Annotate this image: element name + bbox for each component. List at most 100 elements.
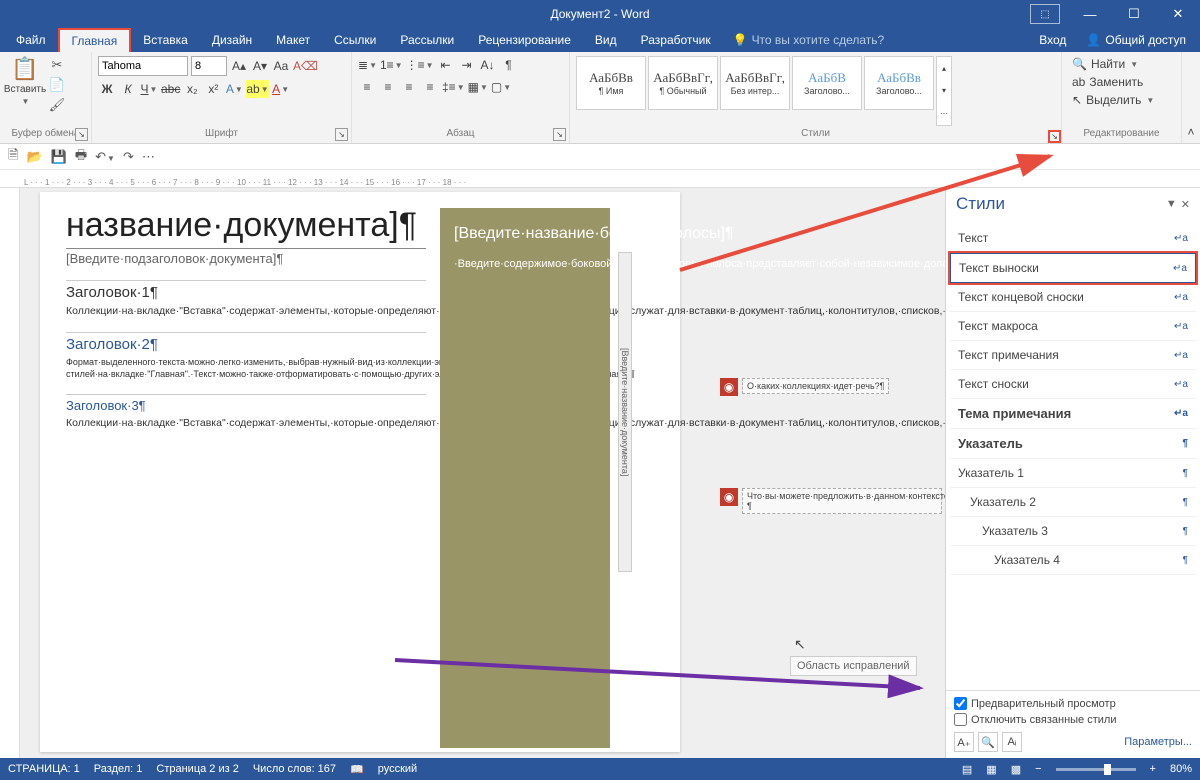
style-list-item[interactable]: Текст примечания↵a [950,341,1196,370]
multilevel-icon[interactable]: ⋮≡▼ [406,56,434,74]
comment-balloon[interactable]: ◉ Что·вы·можете·предложить·в·данном·конт… [720,488,942,514]
heading-1[interactable]: Заголовок·1¶ [66,280,426,301]
style-list-item[interactable]: Текст макроса↵a [950,312,1196,341]
tab-layout[interactable]: Макет [264,29,322,51]
shading-icon[interactable]: ▦▼ [468,78,488,96]
styles-gallery[interactable]: АаБбВв¶ Имя АаБбВвГг,¶ Обычный АаБбВвГг,… [576,56,952,126]
read-mode-icon[interactable]: ▤ [962,763,972,776]
open-icon[interactable]: 📂 [26,149,42,165]
format-painter-icon[interactable]: 🖌 [48,96,66,114]
minimize-button[interactable]: — [1068,0,1112,28]
manage-styles-icon[interactable]: Aᵢ [1002,732,1022,752]
paragraph-dialog-launcher[interactable]: ↘ [553,128,566,141]
disable-linked-checkbox[interactable]: Отключить связанные стили [954,713,1192,726]
bullets-icon[interactable]: ≣▼ [358,56,377,74]
zoom-level[interactable]: 80% [1170,763,1192,775]
style-list-item[interactable]: Тема примечания↵a [950,399,1196,429]
style-item[interactable]: АаБбВвЗаголово... [864,56,934,110]
grow-font-icon[interactable]: A▴ [230,57,248,75]
paste-button[interactable]: 📋 Вставить ▼ [6,56,44,106]
tab-review[interactable]: Рецензирование [466,29,583,51]
doc-subtitle[interactable]: [Введите·подзаголовок·документа]¶ [66,251,426,266]
style-list-item[interactable]: Указатель 4¶ [950,546,1196,575]
find-button[interactable]: 🔍Найти▼ [1068,56,1158,72]
shrink-font-icon[interactable]: A▾ [251,57,269,75]
undo-icon[interactable]: ↶▼ [95,149,115,165]
body-text[interactable]: Формат·выделенного·текста·можно·легко·из… [66,356,426,380]
vertical-title-box[interactable]: [Введите·название·документа] [618,252,632,572]
print-layout-icon[interactable]: ▦ [986,763,996,776]
decrease-indent-icon[interactable]: ⇤ [437,56,455,74]
superscript-button[interactable]: x² [204,80,222,98]
highlight-icon[interactable]: ab▼ [246,80,268,98]
font-color-icon[interactable]: A▼ [272,80,290,98]
style-options-link[interactable]: Параметры... [1124,736,1192,748]
style-item[interactable]: АаБбВЗаголово... [792,56,862,110]
new-doc-icon[interactable]: 🗎 [8,146,18,168]
style-list-item[interactable]: Указатель 2¶ [950,488,1196,517]
pane-dropdown-icon[interactable]: ▼ [1166,198,1177,211]
heading-2[interactable]: Заголовок·2¶ [66,332,426,353]
share-button[interactable]: 👤Общий доступ [1076,29,1196,51]
ribbon-display-options-icon[interactable]: ⬚ [1030,4,1060,24]
body-text[interactable]: Коллекции·на·вкладке·"Вставка"·содержат·… [66,304,426,318]
save-icon[interactable]: 💾 [51,149,67,165]
status-words[interactable]: Число слов: 167 [253,763,336,775]
web-layout-icon[interactable]: ▩ [1011,763,1021,776]
style-list-item[interactable]: Указатель¶ [950,429,1196,459]
style-item[interactable]: АаБбВв¶ Имя [576,56,646,110]
align-right-icon[interactable]: ≡ [400,78,418,96]
styles-dialog-launcher[interactable]: ↘ [1048,130,1061,143]
status-pages[interactable]: Страница 2 из 2 [156,763,238,775]
align-center-icon[interactable]: ≡ [379,78,397,96]
styles-more-button[interactable]: ▴▾⋯ [936,56,952,126]
borders-icon[interactable]: ▢▼ [491,78,511,96]
cut-icon[interactable]: ✂ [48,56,66,74]
zoom-in-icon[interactable]: + [1150,763,1156,775]
text-effects-icon[interactable]: A▼ [225,80,243,98]
replace-button[interactable]: abЗаменить [1068,74,1158,90]
tab-insert[interactable]: Вставка [131,29,200,51]
vertical-ruler[interactable] [0,188,20,758]
tell-me-search[interactable]: 💡Что вы хотите сделать? [733,33,885,47]
clear-format-icon[interactable]: A⌫ [293,57,318,75]
preview-checkbox[interactable]: Предварительный просмотр [954,697,1192,710]
tab-references[interactable]: Ссылки [322,29,388,51]
qat-more-icon[interactable]: ⋯ [142,149,155,165]
new-style-icon[interactable]: A₊ [954,732,974,752]
change-case-icon[interactable]: Aa [272,57,290,75]
quick-print-icon[interactable]: 🖶 [75,146,87,168]
style-item[interactable]: АаБбВвГг,¶ Обычный [648,56,718,110]
zoom-slider[interactable] [1056,768,1136,771]
strike-button[interactable]: abc [161,80,180,98]
style-item[interactable]: АаБбВвГг,Без интер... [720,56,790,110]
clipboard-dialog-launcher[interactable]: ↘ [75,128,88,141]
line-spacing-icon[interactable]: ‡≡▼ [442,78,465,96]
tab-design[interactable]: Дизайн [200,29,264,51]
style-list-item[interactable]: Указатель 3¶ [950,517,1196,546]
status-section[interactable]: Раздел: 1 [94,763,143,775]
zoom-out-icon[interactable]: − [1035,763,1041,775]
style-inspector-icon[interactable]: 🔍 [978,732,998,752]
proofing-icon[interactable]: 📖 [350,763,364,776]
sort-icon[interactable]: A↓ [479,56,497,74]
body-text[interactable]: Коллекции·на·вкладке·"Вставка"·содержат·… [66,416,426,430]
tab-file[interactable]: Файл [4,29,58,51]
comment-balloon[interactable]: ◉ О·каких·коллекциях·идет·речь?¶ [720,378,889,396]
heading-3[interactable]: Заголовок·3¶ [66,394,426,413]
justify-icon[interactable]: ≡ [421,78,439,96]
tab-developer[interactable]: Разработчик [629,29,723,51]
font-dialog-launcher[interactable]: ↘ [335,128,348,141]
status-page[interactable]: СТРАНИЦА: 1 [8,763,80,775]
align-left-icon[interactable]: ≡ [358,78,376,96]
tab-home[interactable]: Главная [58,28,132,52]
status-language[interactable]: русский [378,763,417,775]
bold-button[interactable]: Ж [98,80,116,98]
style-list-item[interactable]: Указатель 1¶ [950,459,1196,488]
increase-indent-icon[interactable]: ⇥ [458,56,476,74]
show-marks-icon[interactable]: ¶ [500,56,518,74]
subscript-button[interactable]: x₂ [183,80,201,98]
pane-close-icon[interactable]: ✕ [1181,198,1190,211]
redo-icon[interactable]: ↷ [123,149,134,165]
underline-button[interactable]: Ч▼ [140,80,158,98]
